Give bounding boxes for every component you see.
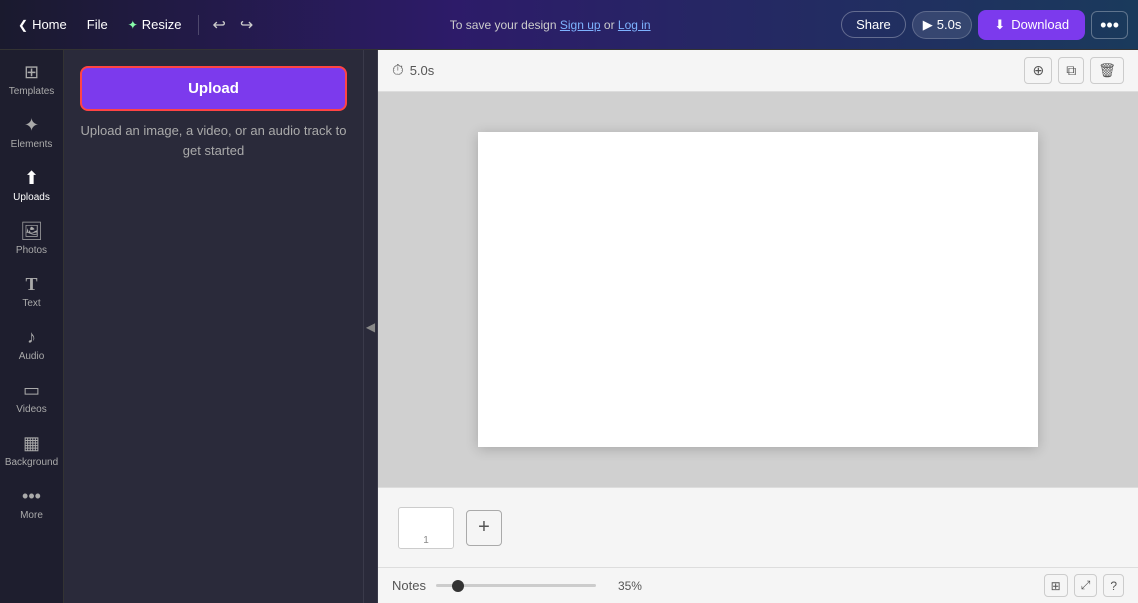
sidebar-item-label: Text [22,298,40,309]
canvas-viewport [378,92,1138,487]
delete-page-button[interactable]: 🗑 [1090,57,1124,84]
resize-icon: ✦ [128,18,138,32]
sidebar-item-label: More [20,510,43,521]
sidebar-item-audio[interactable]: ♪ Audio [4,319,60,370]
sidebar-item-photos[interactable]: 🖼 Photos [4,213,60,264]
sidebar-item-label: Uploads [13,192,50,203]
save-prompt: To save your design Sign up or Log in [263,18,837,32]
chevron-left-icon: ❮ [18,18,28,32]
download-button[interactable]: ⬇ Download [978,10,1085,40]
share-button[interactable]: Share [841,11,906,38]
audio-icon: ♪ [27,327,36,348]
sidebar-item-label: Templates [9,86,55,97]
main-area: ⊞ Templates ✦ Elements ⬆ Uploads 🖼 Photo… [0,50,1138,603]
templates-icon: ⊞ [24,62,39,83]
play-duration: 5.0s [937,17,962,32]
page-number: 1 [423,535,429,546]
divider [198,15,199,35]
more-options-button[interactable]: ••• [1091,11,1128,39]
add-page-button[interactable]: + [466,510,502,546]
text-icon: T [25,274,37,295]
collapse-icon: ◀ [366,320,375,334]
resize-label: Resize [142,17,182,32]
clock-icon: ⏱ [392,62,404,79]
canvas-topbar-left: ⏱ 5.0s [392,62,434,79]
zoom-slider-thumb[interactable] [452,580,464,592]
sidebar-item-background[interactable]: ▦ Background [4,425,60,476]
sidebar-item-more[interactable]: ••• More [4,478,60,529]
notes-bar: Notes 35% ⊞ ⤢ ? [378,567,1138,603]
top-nav: ❮ Home File ✦ Resize ↩ ↪ To save your de… [0,0,1138,50]
background-icon: ▦ [23,433,40,454]
canvas-topbar: ⏱ 5.0s ⊕ ⧉ 🗑 [378,50,1138,92]
panel-collapse-handle[interactable]: ◀ [364,50,378,603]
notes-label: Notes [392,578,426,593]
canvas-topbar-right: ⊕ ⧉ 🗑 [1024,57,1124,84]
sidebar-item-templates[interactable]: ⊞ Templates [4,54,60,105]
save-prompt-text: To save your design [450,18,560,32]
zoom-icons: ⊞ ⤢ ? [1044,574,1124,597]
videos-icon: ▭ [23,380,40,401]
zoom-percentage: 35% [606,579,642,593]
or-text: or [601,18,618,32]
upload-button[interactable]: Upload [80,66,347,111]
more-icon: ••• [22,486,41,507]
undo-button[interactable]: ↩ [207,11,232,39]
play-button[interactable]: ▶ 5.0s [912,11,973,39]
help-button[interactable]: ? [1103,574,1124,597]
photos-icon: 🖼 [20,221,43,242]
zoom-slider-track[interactable] [436,584,596,587]
download-icon: ⬇ [994,17,1005,33]
elements-icon: ✦ [24,115,39,136]
uploads-icon: ⬆ [24,168,39,189]
canvas-duration: 5.0s [410,63,435,78]
sidebar-item-text[interactable]: T Text [4,266,60,317]
play-icon: ▶ [923,17,933,33]
sidebar-item-videos[interactable]: ▭ Videos [4,372,60,423]
login-link[interactable]: Log in [618,18,651,32]
file-label: File [87,17,108,32]
sidebar-item-elements[interactable]: ✦ Elements [4,107,60,158]
sidebar-item-label: Background [5,457,58,468]
sidebar-item-label: Videos [16,404,46,415]
uploads-panel: Upload Upload an image, a video, or an a… [64,50,364,603]
sidebar-icons: ⊞ Templates ✦ Elements ⬆ Uploads 🖼 Photo… [0,50,64,603]
resize-button[interactable]: ✦ Resize [120,13,190,36]
pages-bar: 1 + [378,487,1138,567]
duplicate-page-button[interactable]: ⧉ [1058,57,1084,84]
expand-button[interactable]: ⤢ [1074,574,1098,597]
undo-redo-group: ↩ ↪ [207,11,260,39]
signup-link[interactable]: Sign up [560,18,601,32]
nav-right-group: Share ▶ 5.0s ⬇ Download ••• [841,10,1128,40]
sidebar-item-label: Audio [19,351,45,362]
redo-button[interactable]: ↪ [234,11,259,39]
sidebar-item-label: Photos [16,245,47,256]
home-label: Home [32,17,67,32]
sidebar-item-label: Elements [11,139,53,150]
page-thumb-1[interactable]: 1 [398,507,454,549]
add-page-icon-button[interactable]: ⊕ [1024,57,1052,84]
file-button[interactable]: File [79,13,116,36]
canvas-page [478,132,1038,447]
upload-hint: Upload an image, a video, or an audio tr… [80,121,347,160]
download-label: Download [1011,17,1069,32]
canvas-area: ⏱ 5.0s ⊕ ⧉ 🗑 1 + Notes [378,50,1138,603]
sidebar-item-uploads[interactable]: ⬆ Uploads [4,160,60,211]
home-button[interactable]: ❮ Home [10,13,75,36]
fit-page-button[interactable]: ⊞ [1044,574,1068,597]
canvas-scroll[interactable] [378,92,1138,487]
